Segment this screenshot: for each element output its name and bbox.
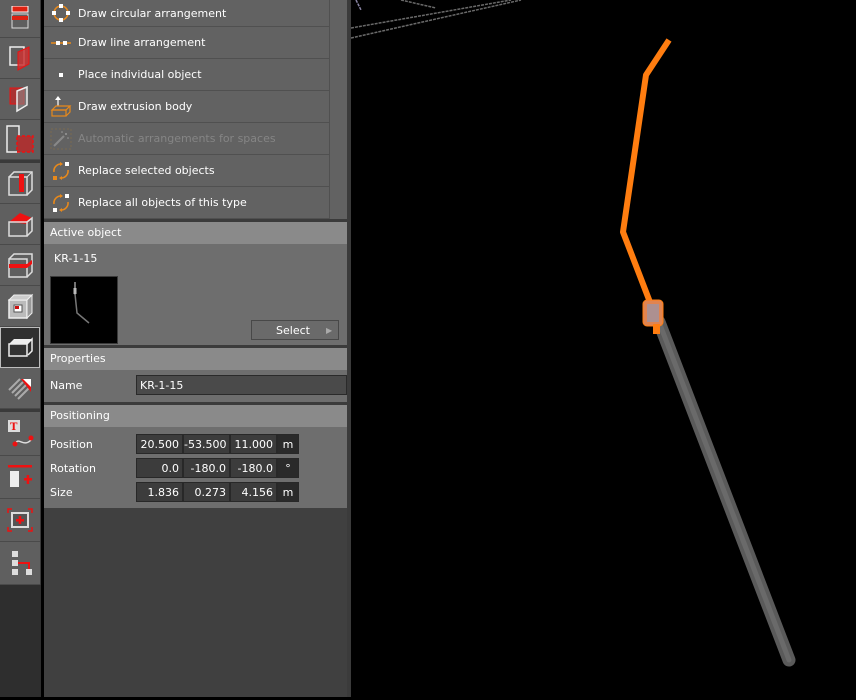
rotation-label: Rotation <box>50 461 97 475</box>
grid-line <box>350 0 522 39</box>
wall-tool[interactable] <box>0 38 40 79</box>
size-x-field[interactable]: 1.836 <box>136 482 183 502</box>
hierarchy-tool[interactable] <box>0 542 40 585</box>
position-unit: m <box>277 434 299 454</box>
select-button[interactable]: Select ▶ <box>251 320 339 340</box>
furniture-tool[interactable] <box>0 327 40 368</box>
menu-item-label: Automatic arrangements for spaces <box>78 132 276 145</box>
menu-item-circular-arrangement[interactable]: Draw circular arrangement <box>44 0 330 27</box>
column-cube-icon <box>8 171 33 196</box>
positioning-section: Positioning Position 20.500 -53.500 11.0… <box>44 402 347 508</box>
menu-item-replace-all[interactable]: Replace all objects of this type <box>44 187 330 219</box>
position-y-field[interactable]: -53.500 <box>183 434 230 454</box>
insert-frame-tool[interactable] <box>0 499 40 542</box>
object-tool[interactable] <box>0 286 40 327</box>
roof-tool[interactable] <box>0 204 40 245</box>
orange-pipe <box>620 38 672 312</box>
position-label: Position <box>50 437 93 451</box>
size-y-field[interactable]: 0.273 <box>183 482 230 502</box>
gray-pipe-highlight <box>656 319 792 663</box>
roof-cube-icon <box>8 213 33 237</box>
3d-viewport[interactable] <box>350 0 856 697</box>
menu-item-place-individual[interactable]: Place individual object <box>44 59 330 91</box>
size-row: Size 1.836 0.273 4.156 m <box>44 480 347 504</box>
object-thumbnail <box>50 276 118 344</box>
position-row: Position 20.500 -53.500 11.000 m <box>44 432 347 456</box>
magic-wand-icon <box>44 128 78 150</box>
line-arrangement-icon <box>44 38 78 48</box>
rotation-unit: ° <box>277 458 299 478</box>
rotation-y-field[interactable]: -180.0 <box>183 458 230 478</box>
name-row: Name <box>44 370 347 400</box>
menu-item-label: Place individual object <box>78 68 202 81</box>
select-button-label: Select <box>276 323 310 337</box>
object-cube-icon <box>7 293 34 320</box>
wall-plane-icon <box>9 46 30 71</box>
add-element-tool[interactable] <box>0 456 40 499</box>
position-z-field[interactable]: 11.000 <box>230 434 277 454</box>
rotation-x-field[interactable]: 0.0 <box>136 458 183 478</box>
object-preview-image <box>73 282 90 324</box>
positioning-header: Positioning <box>44 405 347 427</box>
properties-header: Properties <box>44 348 347 370</box>
extrusion-icon <box>44 95 78 118</box>
grid-line <box>355 0 362 11</box>
menu-item-label: Draw extrusion body <box>78 100 193 113</box>
grid-line <box>400 0 437 9</box>
text-curve-icon: T <box>8 419 34 446</box>
panel-tool[interactable] <box>0 79 40 120</box>
room-layout-icon <box>6 124 34 153</box>
active-object-name: KR-1-15 <box>54 252 98 265</box>
coupling-detail <box>647 304 659 322</box>
add-wall-element-icon <box>8 465 32 487</box>
properties-section: Properties Name <box>44 345 347 402</box>
menu-item-label: Draw line arrangement <box>78 36 206 49</box>
column-tool[interactable] <box>0 163 40 204</box>
table-object-icon <box>8 336 33 357</box>
grid-line <box>350 0 512 29</box>
side-panel: Draw circular arrangement Draw line arra… <box>44 0 347 697</box>
size-label: Size <box>50 485 73 499</box>
panel-icon <box>9 85 28 113</box>
svg-text:T: T <box>10 422 18 433</box>
ceiling-cube-icon <box>8 253 33 278</box>
floor-slab-tool[interactable] <box>0 0 40 38</box>
chevron-right-icon: ▶ <box>326 325 333 335</box>
menu-item-line-arrangement[interactable]: Draw line arrangement <box>44 27 330 59</box>
name-label: Name <box>50 378 83 392</box>
grid-lines <box>350 0 522 39</box>
menu-item-automatic-arrangements: Automatic arrangements for spaces <box>44 123 330 155</box>
active-object-section: Active object KR-1-15 Select ▶ <box>44 219 347 345</box>
coupling-stub <box>653 324 660 334</box>
insert-frame-icon <box>7 508 33 532</box>
text-path-tool[interactable]: T <box>0 412 40 456</box>
name-input[interactable] <box>136 375 347 395</box>
hatch-surface-icon <box>8 378 31 400</box>
position-x-field[interactable]: 20.500 <box>136 434 183 454</box>
circular-arrangement-icon <box>44 3 78 23</box>
room-tool[interactable] <box>0 120 40 160</box>
menu-item-label: Replace all objects of this type <box>78 196 247 209</box>
single-object-icon <box>44 70 78 80</box>
rotation-row: Rotation 0.0 -180.0 -180.0 ° <box>44 456 347 480</box>
replace-icon <box>44 161 78 181</box>
left-toolbar: T <box>0 0 41 697</box>
ceiling-tool[interactable] <box>0 245 40 286</box>
menu-item-label: Draw circular arrangement <box>78 6 227 20</box>
viewport-scene <box>350 0 796 667</box>
rotation-z-field[interactable]: -180.0 <box>230 458 277 478</box>
size-unit: m <box>277 482 299 502</box>
menu-item-extrusion-body[interactable]: Draw extrusion body <box>44 91 330 123</box>
active-object-header: Active object <box>44 222 347 244</box>
menu-item-label: Replace selected objects <box>78 164 215 177</box>
placement-menu: Draw circular arrangement Draw line arra… <box>44 0 347 219</box>
floor-slab-icon <box>11 5 29 28</box>
hierarchy-icon <box>12 551 32 575</box>
surface-tool[interactable] <box>0 368 40 409</box>
menu-item-replace-selected[interactable]: Replace selected objects <box>44 155 330 187</box>
size-z-field[interactable]: 4.156 <box>230 482 277 502</box>
replace-all-icon <box>44 193 78 213</box>
